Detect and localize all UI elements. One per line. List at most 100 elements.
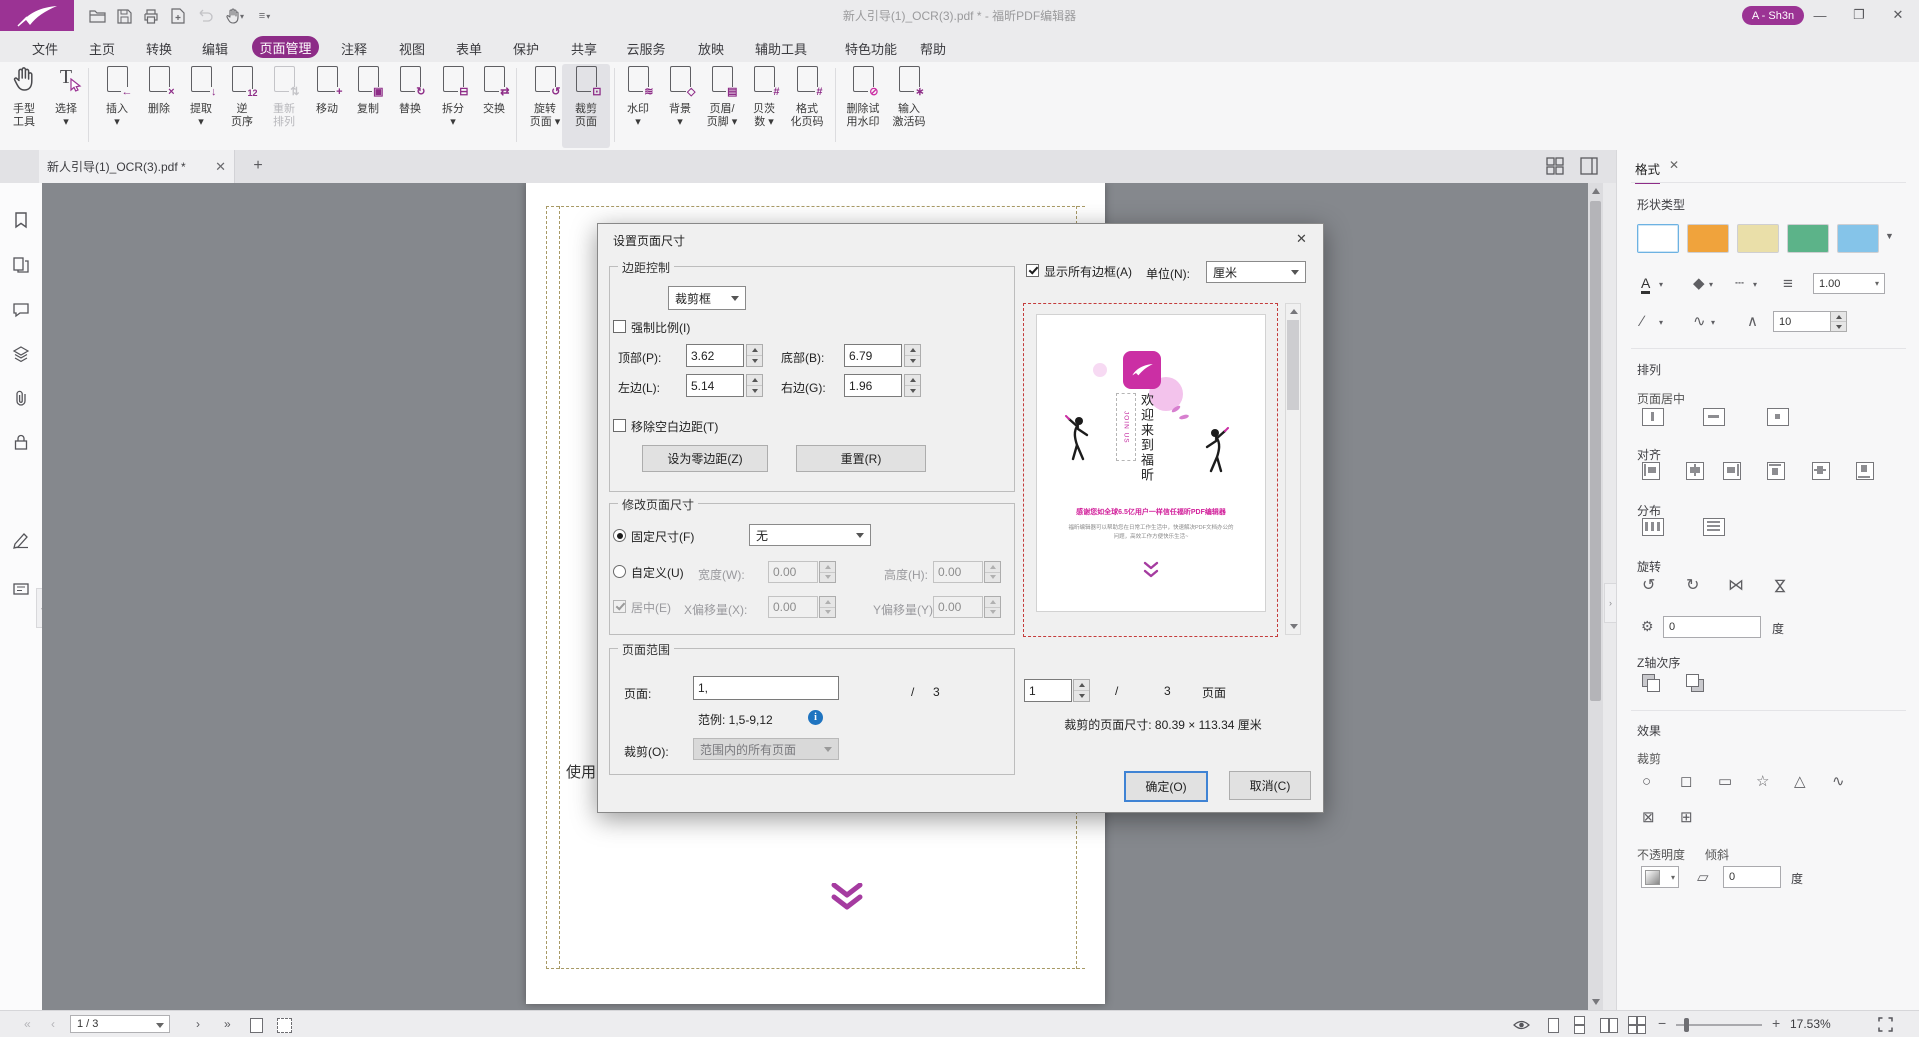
scroll-down-icon[interactable] — [1592, 999, 1600, 1005]
restore-button[interactable]: ❐ — [1845, 4, 1873, 26]
width-input[interactable] — [768, 561, 818, 583]
center-vertical-icon[interactable] — [1703, 408, 1725, 426]
rotate-left-icon[interactable]: ↺ — [1642, 578, 1655, 594]
fixed-size-radio[interactable] — [613, 529, 626, 542]
tool-split-document[interactable]: ⊟ 拆分 ▾ — [431, 66, 475, 129]
crop-star-icon[interactable]: ☆ — [1756, 774, 1769, 789]
crop-rectangle-icon[interactable]: ▭ — [1718, 774, 1732, 789]
customize-toolbar-button[interactable]: ≡▾ — [252, 5, 278, 27]
shape-swatch-orange[interactable] — [1687, 224, 1729, 253]
menu-cloud[interactable]: 云服务 — [626, 39, 665, 58]
corner-radius-input[interactable]: 10 — [1773, 311, 1831, 332]
menu-special-features[interactable]: 特色功能 — [845, 39, 897, 58]
format-panel-close-icon[interactable]: ✕ — [1669, 158, 1679, 172]
crop-roundrect-icon[interactable]: ◻ — [1680, 774, 1692, 789]
user-account-badge[interactable]: A - Sh3n — [1742, 6, 1804, 25]
tool-rearrange-disabled[interactable]: ⇅ 重新 排列 — [262, 66, 306, 129]
shape-swatch-green[interactable] — [1787, 224, 1829, 253]
crop-box-select[interactable]: 裁剪框 — [668, 286, 746, 310]
menu-convert[interactable]: 转换 — [146, 39, 172, 58]
zoom-in-button[interactable]: + — [1772, 1015, 1780, 1031]
scroll-up-icon[interactable] — [1592, 188, 1600, 194]
left-margin-input[interactable] — [686, 374, 744, 397]
first-page-button[interactable]: « — [24, 1017, 31, 1031]
fields-icon[interactable] — [12, 580, 30, 598]
align-middle-icon[interactable] — [1812, 462, 1830, 480]
remove-white-margins-checkbox[interactable] — [613, 419, 626, 432]
attachments-icon[interactable] — [12, 389, 30, 407]
tool-remove-trial-watermark[interactable]: ⊘ 删除试 用水印 — [837, 66, 889, 129]
font-color-dropdown-icon[interactable]: ▾ — [1659, 281, 1663, 289]
corner-icon[interactable]: ∧ — [1747, 314, 1758, 329]
tab-close-icon[interactable]: ✕ — [215, 159, 226, 175]
custom-size-radio[interactable] — [613, 565, 626, 578]
opacity-select[interactable]: ▾ — [1641, 866, 1679, 888]
line-width-select[interactable]: 1.00 ▾ — [1813, 273, 1885, 294]
flip-vertical-icon[interactable]: ⋈ — [1771, 578, 1787, 594]
tool-swap-pages[interactable]: ⇄ 交换 — [472, 66, 516, 116]
dash-style-icon[interactable]: ┄ — [1735, 276, 1744, 291]
previous-page-button[interactable]: ‹ — [51, 1017, 55, 1031]
zoom-percent-value[interactable]: 17.53% — [1790, 1017, 1831, 1031]
next-page-button[interactable]: › — [196, 1017, 200, 1031]
curve-style-dropdown-icon[interactable]: ▾ — [1711, 319, 1715, 327]
canvas-scrollbar[interactable] — [1588, 183, 1603, 1010]
close-window-button[interactable]: ✕ — [1884, 4, 1912, 26]
new-document-button[interactable] — [167, 5, 189, 27]
corner-radius-spinner[interactable] — [1830, 311, 1847, 332]
save-button[interactable] — [113, 5, 135, 27]
width-spinner[interactable] — [819, 561, 836, 583]
tool-extract-pages[interactable]: ↓ 提取 ▾ — [179, 66, 223, 129]
constrain-proportions-checkbox[interactable] — [613, 320, 626, 333]
crop-add-icon[interactable]: ⊞ — [1680, 810, 1693, 825]
preview-page-input[interactable] — [1024, 679, 1072, 702]
menu-file[interactable]: 文件 — [32, 39, 58, 58]
shape-swatch-blue[interactable] — [1837, 224, 1879, 253]
align-center-icon[interactable] — [1686, 462, 1704, 480]
tool-duplicate-pages[interactable]: ▣ 复制 — [346, 66, 390, 116]
height-spinner[interactable] — [984, 561, 1001, 583]
tool-delete-pages[interactable]: × 删除 — [137, 66, 181, 116]
last-page-button[interactable]: » — [224, 1017, 231, 1031]
tool-replace-pages[interactable]: ↻ 替换 — [388, 66, 432, 116]
menu-help[interactable]: 帮助 — [920, 39, 946, 58]
menu-protect[interactable]: 保护 — [513, 39, 539, 58]
right-margin-spinner[interactable] — [904, 374, 921, 397]
hand-tool-quick-button[interactable]: ▾ — [220, 5, 250, 27]
distribute-horizontal-icon[interactable] — [1642, 518, 1664, 536]
zoom-slider-handle[interactable] — [1684, 1018, 1689, 1032]
fullscreen-icon[interactable] — [1878, 1017, 1893, 1035]
fit-width-icon[interactable] — [277, 1018, 292, 1033]
menu-page-management-active[interactable]: 页面管理 — [252, 36, 319, 58]
menu-home[interactable]: 主页 — [89, 39, 115, 58]
crop-polygon-icon[interactable]: △ — [1794, 774, 1806, 789]
center-both-icon[interactable] — [1767, 408, 1789, 426]
zero-margins-button[interactable]: 设为零边距(Z) — [642, 445, 768, 472]
tool-select[interactable]: T 选择 ▾ — [44, 66, 88, 129]
center-horizontal-icon[interactable] — [1642, 408, 1664, 426]
grid-view-icon[interactable] — [1546, 157, 1564, 178]
dialog-close-icon[interactable]: ✕ — [1296, 231, 1307, 247]
cancel-button[interactable]: 取消(C) — [1229, 771, 1311, 800]
show-all-boxes-checkbox[interactable] — [1026, 264, 1039, 277]
more-swatches-icon[interactable]: ▼ — [1885, 232, 1894, 241]
zoom-out-button[interactable]: − — [1658, 1015, 1666, 1031]
crop-ellipse-icon[interactable]: ○ — [1642, 774, 1651, 789]
top-margin-spinner[interactable] — [746, 344, 763, 367]
y-offset-spinner[interactable] — [984, 596, 1001, 618]
tool-watermark[interactable]: ≋ 水印 ▾ — [616, 66, 660, 129]
unit-select[interactable]: 厘米 — [1206, 261, 1306, 283]
fill-style-icon[interactable]: ◆ — [1693, 276, 1705, 291]
tool-hand[interactable]: 手型 工具 — [2, 66, 46, 129]
reset-button[interactable]: 重置(R) — [796, 445, 926, 472]
pages-input[interactable] — [693, 676, 839, 700]
menu-accessibility[interactable]: 辅助工具 — [755, 39, 807, 58]
menu-share[interactable]: 共享 — [571, 39, 597, 58]
distribute-vertical-icon[interactable] — [1703, 518, 1725, 536]
line-style-icon[interactable]: ∕ — [1641, 314, 1644, 329]
fit-page-icon[interactable] — [250, 1018, 263, 1033]
signature-icon[interactable] — [12, 531, 30, 549]
open-file-button[interactable] — [86, 5, 108, 27]
fixed-size-select[interactable]: 无 — [749, 524, 871, 546]
rotate-angle-input[interactable]: 0 — [1663, 616, 1761, 638]
